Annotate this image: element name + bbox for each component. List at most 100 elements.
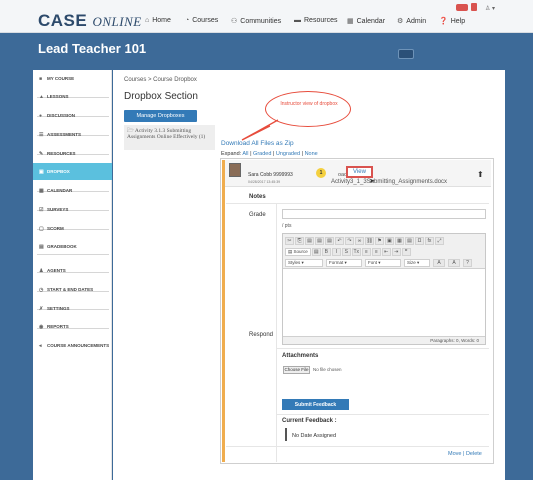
expand-graded-link[interactable]: Graded xyxy=(253,151,271,157)
help-button[interactable]: ? xyxy=(463,259,472,267)
sidebar-item-label: SURVEYS xyxy=(47,207,69,212)
column-divider xyxy=(276,204,277,462)
agents-icon: ♟ xyxy=(39,267,44,274)
download-zip-link[interactable]: Download All Files as Zip xyxy=(221,140,294,147)
font-color-button[interactable]: A xyxy=(433,259,445,267)
logo[interactable]: CASE ONLINE xyxy=(38,11,142,31)
manage-dropboxes-button[interactable]: Manage Dropboxes xyxy=(124,110,197,122)
user-menu-chevron-icon[interactable]: ♙ ▾ xyxy=(485,5,495,12)
editor-tool-14-icon[interactable]: Ω xyxy=(415,237,424,245)
nav-courses[interactable]: ◔ Courses xyxy=(185,17,218,24)
scorm-icon: ▢ xyxy=(39,225,44,232)
editor-format-4-icon[interactable]: S xyxy=(341,248,351,256)
divider xyxy=(277,348,489,349)
editor-format-10-icon[interactable]: ❞ xyxy=(401,248,411,256)
sidebar-item-lessons[interactable]: ▲ LESSONS xyxy=(33,88,112,105)
feedback-marker xyxy=(285,428,287,441)
editor-tool-8-icon[interactable]: ∞ xyxy=(355,237,364,245)
sidebar-item-assessments[interactable]: ☰ ASSESSMENTS xyxy=(33,126,112,143)
editor-tool-9-icon[interactable]: ⛓ xyxy=(365,237,374,245)
sidebar-item-gradebook[interactable]: ▤ GRADEBOOK xyxy=(33,238,112,255)
sidebar-item-resources[interactable]: ✎ RESOURCES xyxy=(33,145,112,162)
editor-tool-6-icon[interactable]: ↶ xyxy=(335,237,344,245)
sidebar-item-discussion[interactable]: ● DISCUSSION xyxy=(33,107,112,124)
nav-home[interactable]: ⌂ Home xyxy=(145,17,171,24)
editor-format-5-icon[interactable]: Tx xyxy=(351,248,361,256)
sidebar-item-reports[interactable]: ◉ REPORTS xyxy=(33,318,112,335)
editor-status-bar: Paragraphs: 0, Words: 0 xyxy=(283,336,485,344)
styles-dropdown[interactable]: Styles ▾ xyxy=(285,259,323,267)
header-toggle-button[interactable] xyxy=(398,49,414,59)
communities-icon: ⚇ xyxy=(231,18,238,25)
courses-icon: ◔ xyxy=(185,17,190,24)
editor-format-7-icon[interactable]: ≡ xyxy=(371,248,381,256)
editor-format-2-icon[interactable]: B xyxy=(321,248,331,256)
sidebar-item-settings[interactable]: ✗ SETTINGS xyxy=(33,300,112,317)
assignment-label: Activity 3.1.3 Submitting Assignments On… xyxy=(127,128,206,140)
editor-tool-11-icon[interactable]: ▣ xyxy=(385,237,394,245)
admin-icon: ⚙ xyxy=(397,18,404,25)
grade-input[interactable] xyxy=(282,209,486,219)
divider xyxy=(226,203,489,204)
sidebar-item-label: DROPBOX xyxy=(47,169,70,174)
collapse-arrow-icon[interactable]: ⬆ xyxy=(477,170,484,179)
expand-ungraded-link[interactable]: Ungraded xyxy=(276,151,300,157)
annotation-pointer xyxy=(241,119,279,141)
editor-tool-13-icon[interactable]: ▤ xyxy=(405,237,414,245)
nav-communities[interactable]: ⚇ Communities xyxy=(231,17,281,26)
editor-tool-3-icon[interactable]: ▤ xyxy=(305,237,314,245)
file-name[interactable]: Activity3_1_3Submitting_Assignments.docx xyxy=(331,179,447,185)
editor-format-9-icon[interactable]: ⇥ xyxy=(391,248,401,256)
editor-tool-15-icon[interactable]: fx xyxy=(425,237,434,245)
expand-none-link[interactable]: None xyxy=(305,151,318,157)
nav-help[interactable]: ❓ Help xyxy=(439,17,465,26)
nav-admin[interactable]: ⚙ Admin xyxy=(397,17,426,26)
size-dropdown[interactable]: Size ▾ xyxy=(404,259,430,267)
sidebar-item-label: GRADEBOOK xyxy=(47,244,77,249)
page-title: Lead Teacher 101 xyxy=(38,41,147,56)
home-icon: ⌂ xyxy=(145,17,150,24)
editor-tool-7-icon[interactable]: ↷ xyxy=(345,237,354,245)
nav-resources[interactable]: ▬ Resources xyxy=(294,17,337,24)
background-color-button[interactable]: A xyxy=(448,259,460,267)
font-dropdown[interactable]: Font ▾ xyxy=(365,259,401,267)
sidebar-item-start-end-dates[interactable]: ◷ START & END DATES xyxy=(33,281,112,298)
source-button[interactable]: ▤ Source xyxy=(285,248,311,256)
editor-tool-4-icon[interactable]: ▤ xyxy=(315,237,324,245)
format-dropdown[interactable]: Format ▾ xyxy=(326,259,362,267)
sidebar-item-course-announcements[interactable]: ◂ COURSE ANNOUNCEMENTS xyxy=(33,337,112,354)
editor-tool-5-icon[interactable]: ▤ xyxy=(325,237,334,245)
toolbar-row-1: ✂ ⎘ ▤ ▤ ▤ ↶ ↷ ∞ ⛓ ⚑ ▣ ▦ ▤ Ωfx ⤢ xyxy=(285,237,444,245)
toolbar-row-2: ▤ Source ▤ B I S Tx ≡ ≡ ⇤ ⇥ ❞ xyxy=(285,248,411,256)
breadcrumb[interactable]: Courses > Course Dropbox xyxy=(124,77,197,83)
assignment-folder[interactable]: 🗁 Activity 3.1.3 Submitting Assignments … xyxy=(124,125,215,150)
editor-format-8-icon[interactable]: ⇤ xyxy=(381,248,391,256)
move-link[interactable]: Move xyxy=(448,451,461,457)
editor-tool-2-icon[interactable]: ⎘ xyxy=(295,237,304,245)
editor-format-6-icon[interactable]: ≡ xyxy=(361,248,371,256)
choose-file-button[interactable]: Choose File xyxy=(283,366,310,374)
sidebar-item-scorm[interactable]: ▢ SCORM xyxy=(33,220,112,237)
editor-tool-1-icon[interactable]: ✂ xyxy=(285,237,294,245)
message-badge[interactable] xyxy=(471,3,477,11)
sidebar-item-label: ASSESSMENTS xyxy=(47,132,82,137)
sidebar-item-calendar[interactable]: ▦ CALENDAR xyxy=(33,182,112,199)
background-color-icon: A xyxy=(452,260,456,266)
announcements-icon: ◂ xyxy=(39,342,42,349)
nav-calendar[interactable]: ▦ Calendar xyxy=(347,17,385,26)
editor-format-3-icon[interactable]: I xyxy=(331,248,341,256)
sidebar-item-agents[interactable]: ♟ AGENTS xyxy=(33,262,112,279)
editor-tool-16-icon[interactable]: ⤢ xyxy=(435,237,444,245)
resources-icon: ✎ xyxy=(39,150,44,157)
notification-badge[interactable] xyxy=(456,4,468,11)
sidebar-item-surveys[interactable]: ☑ SURVEYS xyxy=(33,201,112,218)
editor-tool-12-icon[interactable]: ▦ xyxy=(395,237,404,245)
editor-tool-10-icon[interactable]: ⚑ xyxy=(375,237,384,245)
delete-link[interactable]: Delete xyxy=(466,451,482,457)
sidebar-item-my-course[interactable]: ■ MY COURSE xyxy=(33,70,112,87)
step-marker: 1 xyxy=(316,168,326,178)
submit-feedback-button[interactable]: Submit Feedback xyxy=(282,399,349,410)
sidebar-item-dropbox[interactable]: ▣ DROPBOX xyxy=(33,163,112,180)
editor-format-1-icon[interactable]: ▤ xyxy=(311,248,321,256)
sidebar-item-label: MY COURSE xyxy=(47,76,75,81)
